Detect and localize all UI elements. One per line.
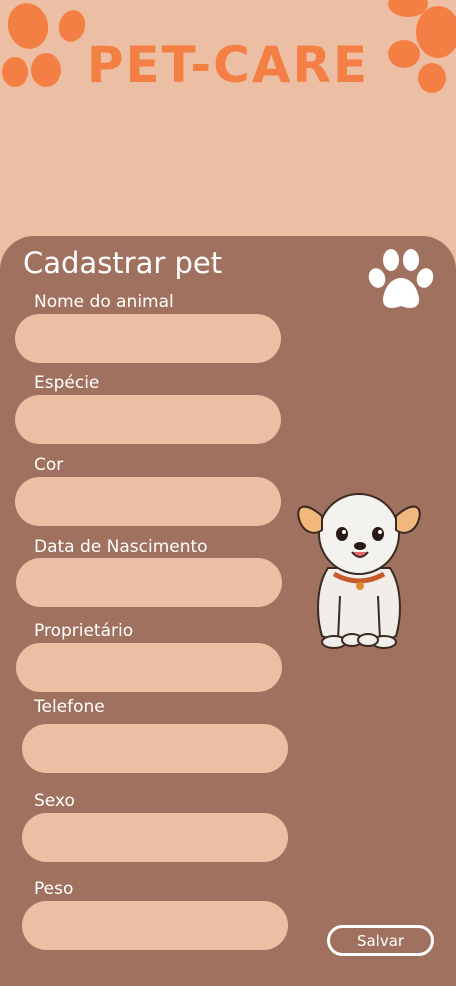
phone-field[interactable] [22, 724, 288, 773]
field-label: Sexo [34, 791, 75, 811]
paw-icon [368, 249, 434, 308]
field-label: Telefone [34, 697, 105, 717]
field-label: Peso [34, 879, 74, 899]
color-field[interactable] [15, 477, 281, 526]
birth-date-field[interactable] [16, 558, 282, 607]
app-title: PET-CARE [86, 36, 370, 94]
species-field[interactable] [15, 395, 281, 444]
owner-field[interactable] [16, 643, 282, 692]
dog-illustration [297, 493, 421, 649]
save-button[interactable]: Salvar [327, 925, 434, 956]
field-label: Cor [34, 455, 64, 475]
weight-field[interactable] [22, 901, 288, 950]
sex-field[interactable] [22, 813, 288, 862]
field-label: Nome do animal [34, 292, 174, 312]
pet-name-field[interactable] [15, 314, 281, 363]
field-label: Espécie [34, 373, 100, 393]
form-title: Cadastrar pet [23, 246, 223, 280]
field-label: Proprietário [34, 621, 134, 641]
field-label: Data de Nascimento [34, 537, 208, 557]
